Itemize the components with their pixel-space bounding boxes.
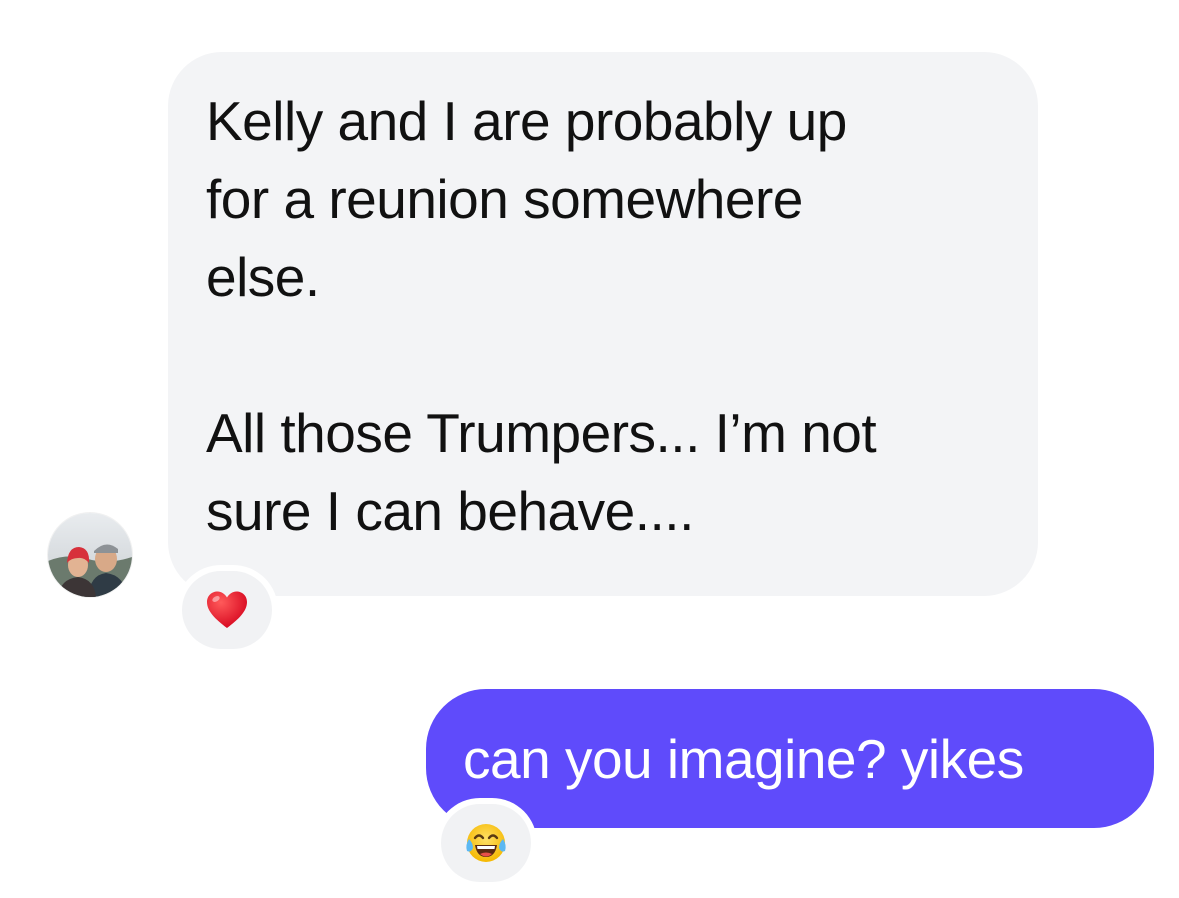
tears-of-joy-icon <box>466 824 506 862</box>
outgoing-message-text: can you imagine? yikes <box>463 727 1024 790</box>
contact-avatar[interactable] <box>48 513 132 597</box>
message-reaction-heart[interactable] <box>182 571 272 649</box>
outgoing-message-bubble[interactable]: can you imagine? yikes <box>426 689 1154 828</box>
avatar-photo-icon <box>48 513 132 597</box>
incoming-message-bubble[interactable]: Kelly and I are probably up for a reunio… <box>168 52 1038 596</box>
red-heart-icon <box>207 591 247 628</box>
incoming-message-text: Kelly and I are probably up for a reunio… <box>206 90 877 542</box>
message-reaction-laugh[interactable] <box>441 804 531 882</box>
